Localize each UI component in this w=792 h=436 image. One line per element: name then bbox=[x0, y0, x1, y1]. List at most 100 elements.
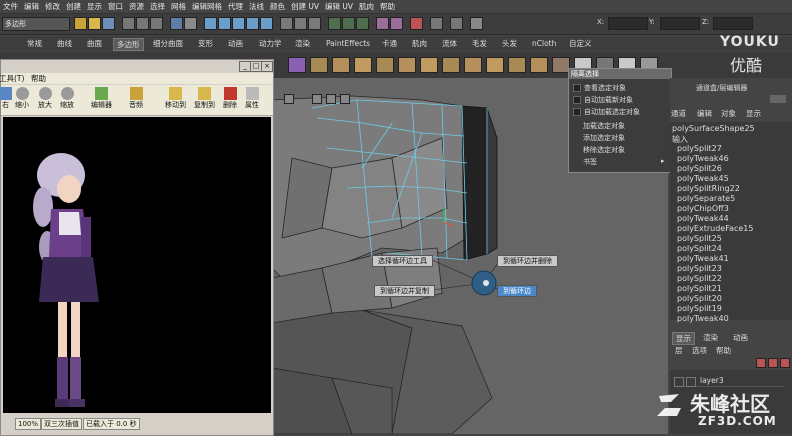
poly-cube-icon[interactable] bbox=[310, 57, 328, 73]
popup-item-add-selected[interactable]: 添加选定对象 bbox=[583, 133, 625, 143]
history-item[interactable]: polySplit20 bbox=[677, 294, 722, 303]
menu-item-select[interactable]: 选择 bbox=[147, 0, 168, 13]
shape-node[interactable]: polySurfaceShape25 bbox=[672, 124, 755, 133]
marking-menu-to-edge-loop-delete[interactable]: 到循环边并删除 bbox=[497, 255, 558, 267]
image-canvas[interactable] bbox=[3, 117, 271, 413]
sculpt-icon[interactable] bbox=[450, 17, 463, 30]
layer-tab-animation[interactable]: 动画 bbox=[730, 332, 751, 343]
menu-item-create[interactable]: 创建 bbox=[63, 0, 84, 13]
popup-item-load-selected[interactable]: 加载选定对象 bbox=[583, 121, 625, 131]
history-item[interactable]: polySplit27 bbox=[677, 144, 722, 153]
tool-zoom-out[interactable]: 缩小 bbox=[15, 87, 29, 110]
history-item[interactable]: polySplit26 bbox=[677, 164, 722, 173]
shelf-tab-fluids[interactable]: 流体 bbox=[439, 38, 460, 49]
tool-zoom-in[interactable]: 放大 bbox=[38, 87, 52, 110]
render-settings-icon[interactable] bbox=[356, 17, 369, 30]
input-ops-icon[interactable] bbox=[280, 17, 293, 30]
layer-menu-help[interactable]: 帮助 bbox=[716, 345, 731, 356]
shelf-tab-fur[interactable]: 毛发 bbox=[469, 38, 490, 49]
tool-editor[interactable]: 编辑器 bbox=[91, 87, 112, 110]
history-item[interactable]: polySplit22 bbox=[677, 274, 722, 283]
menu-set-dropdown[interactable]: 多边形 bbox=[2, 17, 70, 31]
snap-curve-icon[interactable] bbox=[218, 17, 231, 30]
poly-plane-icon[interactable] bbox=[354, 57, 372, 73]
tool-copy-to[interactable]: 复制到 bbox=[194, 87, 215, 110]
menu-item-modify[interactable]: 修改 bbox=[42, 0, 63, 13]
close-icon[interactable]: × bbox=[261, 61, 273, 72]
new-layer-icon[interactable] bbox=[756, 358, 766, 368]
absolute-transform-icon[interactable] bbox=[470, 17, 483, 30]
snap-surface-icon[interactable] bbox=[260, 17, 273, 30]
layer-row[interactable]: layer3 bbox=[674, 376, 784, 387]
wireframe-icon[interactable] bbox=[326, 94, 336, 104]
popup-item-auto-load-selected[interactable]: 自动加载选定对象 bbox=[573, 107, 640, 117]
layer-tab-render[interactable]: 渲染 bbox=[700, 332, 721, 343]
poly-sphere-icon[interactable] bbox=[288, 57, 306, 73]
menu-item-assets[interactable]: 资源 bbox=[126, 0, 147, 13]
menu-item-window[interactable]: 窗口 bbox=[105, 0, 126, 13]
smooth-icon[interactable] bbox=[442, 57, 460, 73]
checkbox-icon[interactable] bbox=[573, 84, 581, 92]
tool-audio[interactable]: 音频 bbox=[129, 87, 143, 110]
menu-item-help[interactable]: 帮助 bbox=[377, 0, 398, 13]
menu-item-create-uvs[interactable]: 创建 UV bbox=[288, 0, 322, 13]
shelf-tab-hair[interactable]: 头发 bbox=[499, 38, 520, 49]
tool-zoom[interactable]: 缩放 bbox=[60, 87, 74, 110]
shelf-tab-surfaces[interactable]: 曲面 bbox=[84, 38, 105, 49]
render-view-icon[interactable] bbox=[390, 17, 403, 30]
new-scene-icon[interactable] bbox=[74, 17, 87, 30]
shelf-tab-animation[interactable]: 动画 bbox=[225, 38, 246, 49]
shelf-tab-dynamics[interactable]: 动力学 bbox=[256, 38, 285, 49]
layer-menu-options[interactable]: 选项 bbox=[692, 345, 707, 356]
history-item[interactable]: polyTweak44 bbox=[677, 214, 729, 223]
layer-menu-layers[interactable]: 层 bbox=[675, 345, 683, 356]
magnet-icon[interactable] bbox=[410, 17, 423, 30]
history-item[interactable]: polyTweak46 bbox=[677, 154, 729, 163]
shelf-tab-paint-effects[interactable]: PaintEffects bbox=[323, 38, 373, 49]
history-item[interactable]: polySplit19 bbox=[677, 304, 722, 313]
grid-toggle-icon[interactable] bbox=[312, 94, 322, 104]
tool-delete[interactable]: 删除 bbox=[223, 87, 237, 110]
shelf-tab-deformation[interactable]: 变形 bbox=[195, 38, 216, 49]
open-scene-icon[interactable] bbox=[88, 17, 101, 30]
menu-item-normals[interactable]: 法线 bbox=[246, 0, 267, 13]
menu-item-edit-uvs[interactable]: 编辑 UV bbox=[322, 0, 356, 13]
marking-menu-to-edge-loop[interactable]: 到循环边 bbox=[497, 285, 537, 297]
channel-box-menu-edit[interactable]: 编辑 bbox=[697, 108, 712, 119]
extract-icon[interactable] bbox=[420, 57, 438, 73]
history-item[interactable]: polyTweak41 bbox=[677, 254, 729, 263]
history-icon[interactable] bbox=[308, 17, 321, 30]
layer-options-icon[interactable] bbox=[780, 358, 790, 368]
select-hierarchy-icon[interactable] bbox=[122, 17, 135, 30]
new-layer-selected-icon[interactable] bbox=[768, 358, 778, 368]
select-component-icon[interactable] bbox=[150, 17, 163, 30]
menu-item-edit-mesh[interactable]: 编辑网格 bbox=[189, 0, 225, 13]
checkbox-icon[interactable] bbox=[573, 108, 581, 116]
render-frame-icon[interactable] bbox=[328, 17, 341, 30]
x-field[interactable] bbox=[608, 17, 648, 30]
panel-toggle-icon[interactable] bbox=[770, 95, 786, 103]
append-polygon-icon[interactable] bbox=[508, 57, 526, 73]
marking-menu-to-edge-loop-duplicate[interactable]: 到循环边并复制 bbox=[374, 285, 435, 297]
shelf-tab-polygons[interactable]: 多边形 bbox=[113, 38, 144, 51]
shelf-tab-toon[interactable]: 卡通 bbox=[379, 38, 400, 49]
z-field[interactable] bbox=[713, 17, 753, 30]
shelf-tab-muscle[interactable]: 肌肉 bbox=[409, 38, 430, 49]
menu-item-mesh[interactable]: 网格 bbox=[168, 0, 189, 13]
marking-menu-select-edge-loop[interactable]: 选择循环边工具 bbox=[372, 255, 433, 267]
history-item[interactable]: polyTweak45 bbox=[677, 174, 729, 183]
shelf-tab-rendering[interactable]: 渲染 bbox=[292, 38, 313, 49]
lock-icon[interactable] bbox=[430, 17, 443, 30]
layer-tab-display[interactable]: 显示 bbox=[672, 332, 695, 345]
channel-box-menu-show[interactable]: 显示 bbox=[746, 108, 761, 119]
tool-right[interactable]: 右 bbox=[0, 87, 12, 110]
poly-cylinder-icon[interactable] bbox=[332, 57, 350, 73]
channel-box-menu-object[interactable]: 对象 bbox=[721, 108, 736, 119]
shelf-tab-custom[interactable]: 自定义 bbox=[566, 38, 595, 49]
reference-toggle[interactable] bbox=[686, 377, 696, 387]
history-item[interactable]: polySplitRing22 bbox=[677, 184, 740, 193]
history-item[interactable]: polyChipOff3 bbox=[677, 204, 729, 213]
tool-move-to[interactable]: 移动到 bbox=[165, 87, 186, 110]
menu-item-display[interactable]: 显示 bbox=[84, 0, 105, 13]
shelf-tab-ncloth[interactable]: nCloth bbox=[529, 38, 559, 49]
